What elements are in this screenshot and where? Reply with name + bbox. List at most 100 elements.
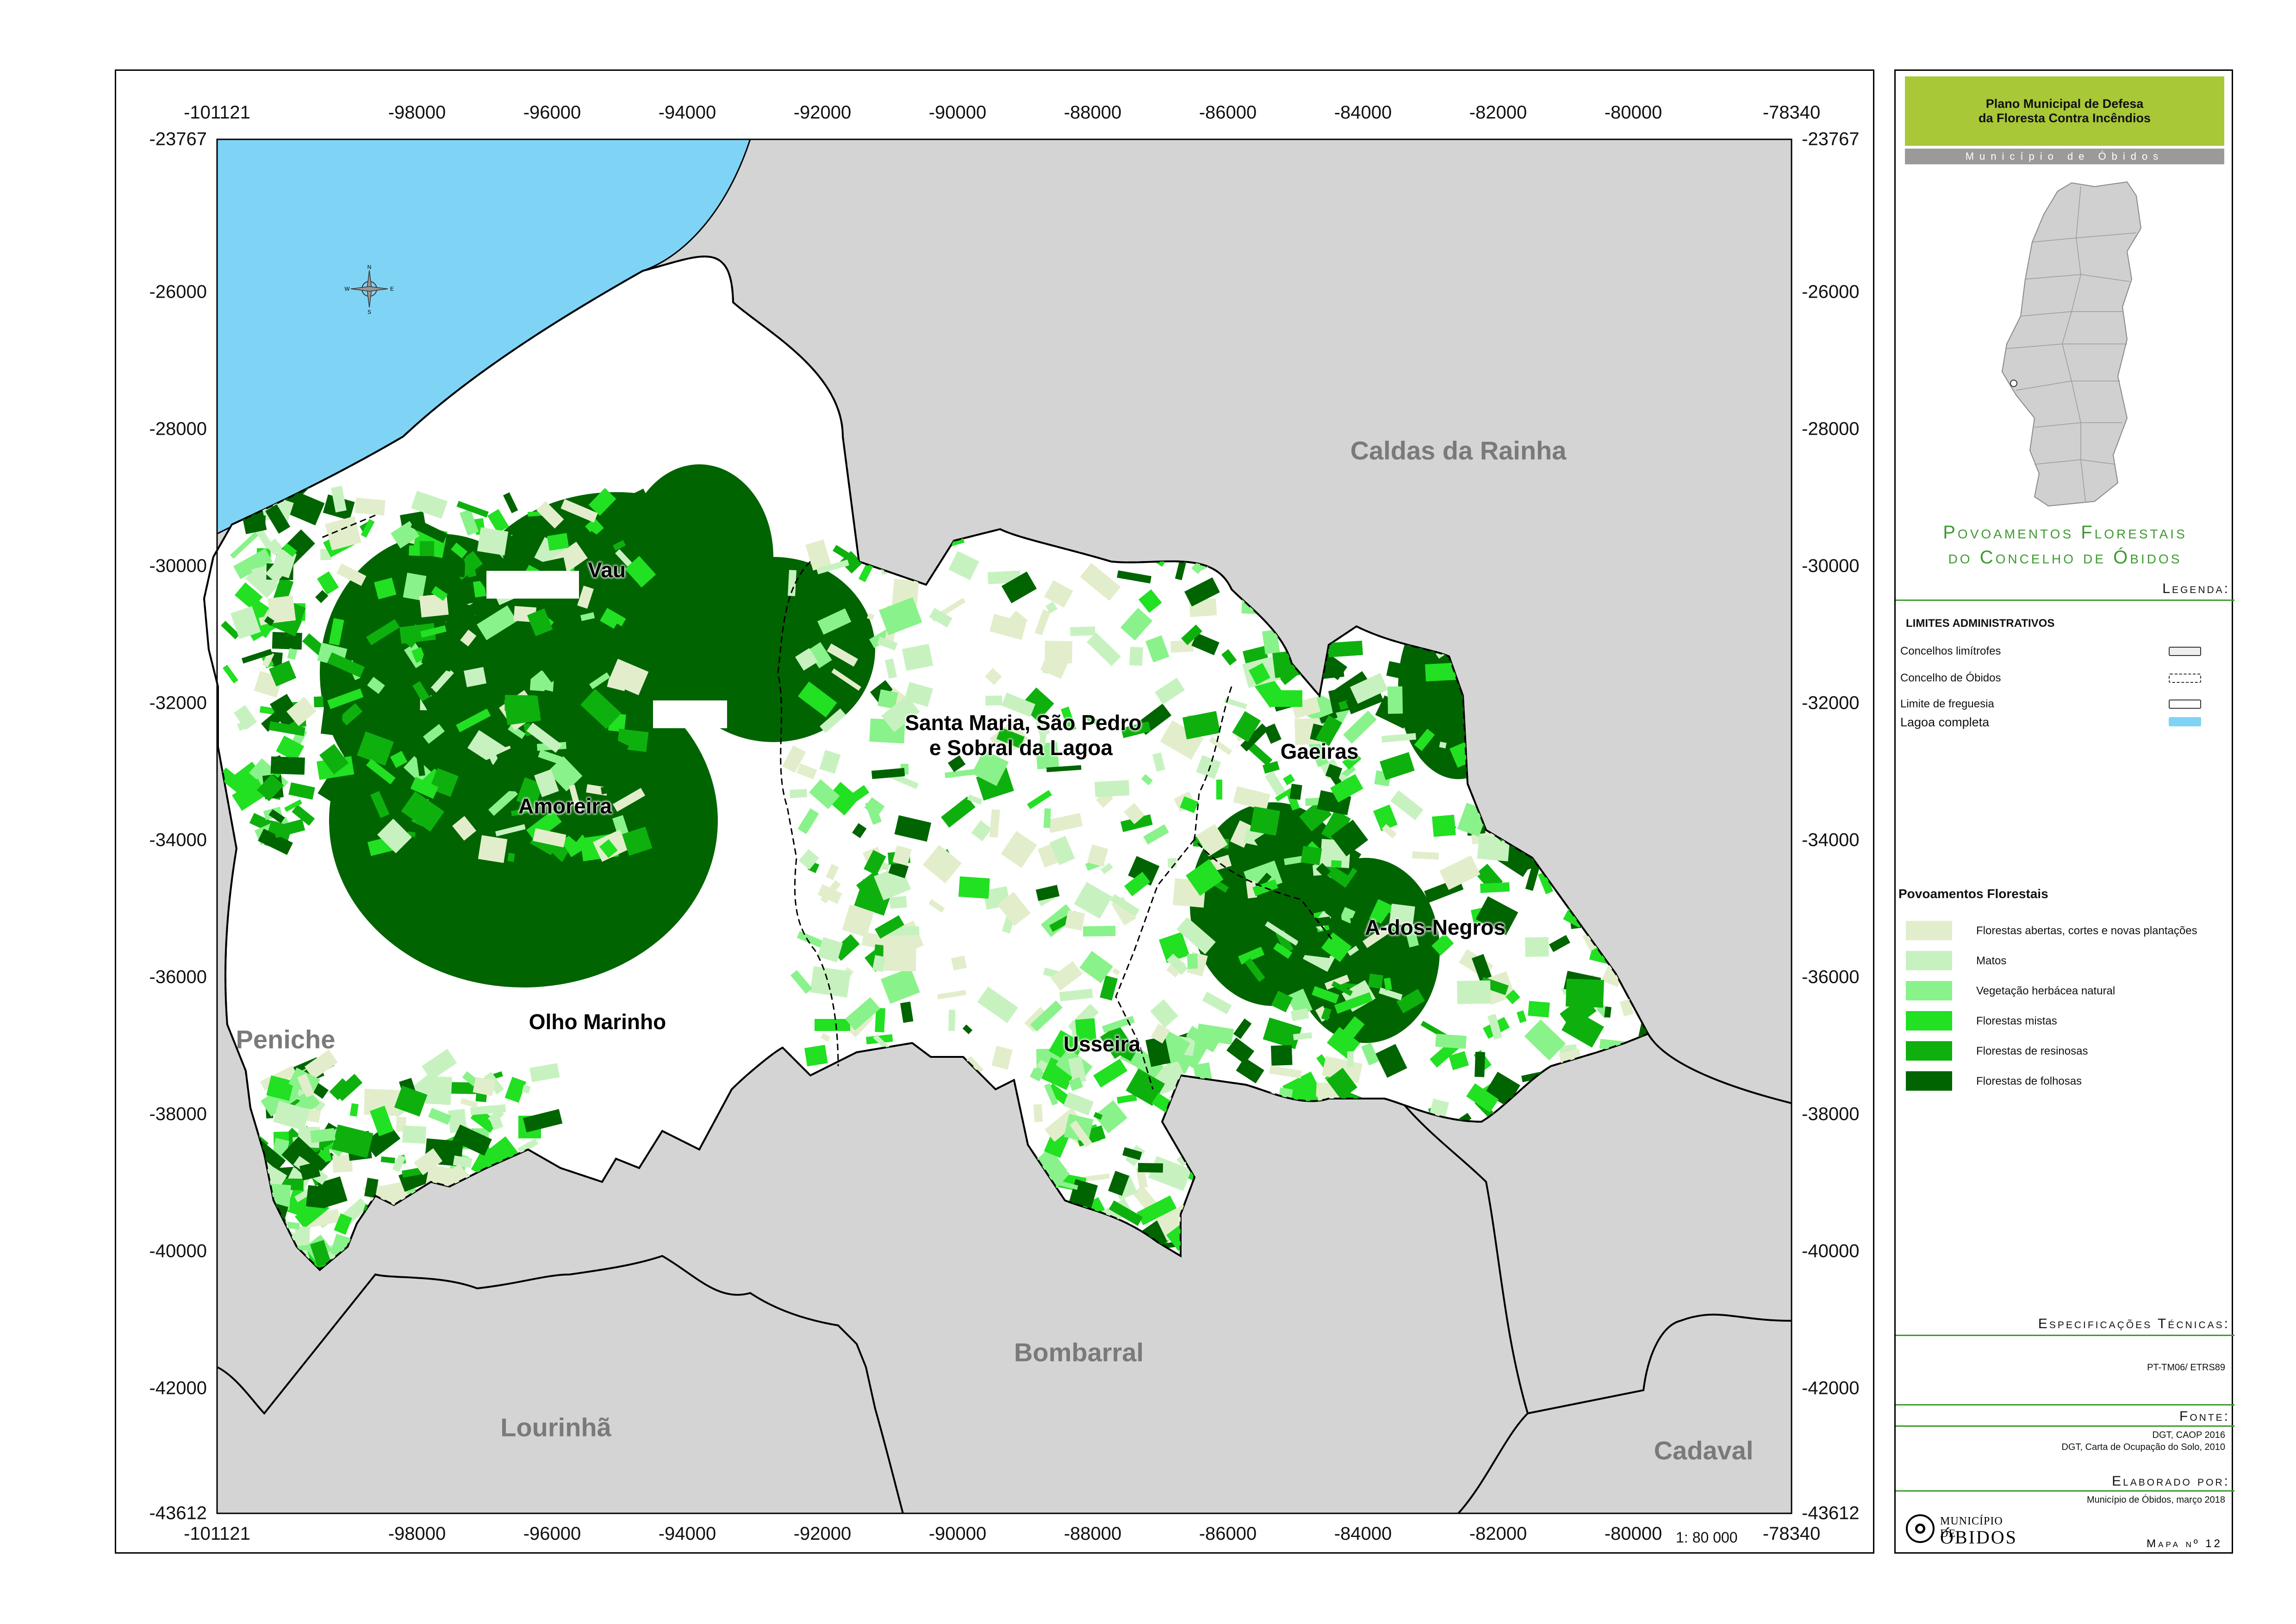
forest-heading: Povoamentos Florestais	[1898, 887, 2048, 901]
y-tick-right: -42000	[1802, 1378, 1860, 1399]
x-tick-top: -84000	[1334, 102, 1392, 123]
y-tick-left: -28000	[149, 418, 207, 439]
author-value: Município de Óbidos, março 2018	[2086, 1495, 2225, 1505]
portugal-locator-map	[2001, 181, 2142, 507]
vegetation-patch	[1604, 1006, 1612, 1018]
forest-swatch	[1906, 951, 1952, 970]
vegetation-patch	[948, 1010, 955, 1031]
admin-item-neighbours: Concelhos limítrofes	[1900, 645, 2001, 657]
compass-w: W	[344, 286, 350, 292]
logo-text-bottom: ÓBIDOS	[1940, 1527, 2017, 1548]
vegetation-patch	[420, 541, 434, 556]
spec-heading: Especificações Técnicas:	[2038, 1316, 2230, 1331]
vegetation-patch	[1300, 845, 1322, 865]
vegetation-patch	[478, 835, 508, 863]
label-gaeiras: Gaeiras	[1280, 739, 1359, 763]
y-tick-left: -30000	[149, 556, 207, 576]
vegetation-patch	[1070, 626, 1095, 636]
label-caldas-da-rainha: Caldas da Rainha	[1350, 436, 1567, 465]
vegetation-patch	[1216, 780, 1222, 800]
north-arrow-icon: N S E W	[344, 264, 394, 314]
x-tick-top: -92000	[793, 102, 852, 123]
label-bombarral: Bombarral	[1014, 1337, 1144, 1367]
forest-label: Vegetação herbácea natural	[1976, 985, 2116, 997]
y-tick-left: -34000	[149, 830, 207, 850]
vegetation-patch	[1045, 641, 1072, 664]
x-tick-bottom: -101121	[184, 1524, 250, 1544]
y-tick-left: -42000	[149, 1378, 207, 1399]
vegetation-patch	[1270, 690, 1302, 707]
y-tick-left: -26000	[149, 281, 207, 302]
source-line1: DGT, CAOP 2016	[2152, 1430, 2225, 1440]
vegetation-patch	[985, 695, 1002, 706]
y-tick-right: -28000	[1802, 418, 1860, 439]
x-tick-top: -101121	[184, 102, 250, 123]
x-tick-top: -96000	[523, 102, 581, 123]
y-tick-right: -43612	[1802, 1503, 1860, 1524]
y-tick-left: -36000	[149, 967, 207, 987]
clearing	[486, 571, 579, 599]
y-tick-left: -32000	[149, 693, 207, 713]
vegetation-patch	[502, 777, 517, 792]
x-tick-bottom: -96000	[523, 1524, 581, 1544]
admin-item-parish: Limite de freguesia	[1900, 698, 1994, 710]
x-tick-bottom: -82000	[1469, 1524, 1527, 1544]
forest-swatch	[1906, 981, 1952, 1000]
map-title: Povoamentos Florestais do Concelho de Ób…	[1896, 520, 2234, 570]
x-tick-top: -86000	[1199, 102, 1257, 123]
vegetation-patch	[1043, 808, 1051, 828]
source-line2: DGT, Carta de Ocupação do Solo, 2010	[2061, 1442, 2225, 1452]
x-tick-top: -88000	[1064, 102, 1122, 123]
vegetation-patch	[1250, 806, 1281, 836]
admin-symbol-lagoon	[2169, 717, 2201, 726]
vegetation-patch	[1412, 851, 1439, 860]
side-panel: Plano Municipal de Defesa da Floresta Co…	[1894, 69, 2234, 1554]
municipio-bar: Município de Óbidos	[1905, 149, 2224, 164]
vegetation-patch	[1332, 907, 1342, 924]
x-tick-bottom: -98000	[388, 1524, 446, 1544]
compass-n: N	[367, 264, 372, 270]
vegetation-patch	[306, 1185, 328, 1209]
label-olho-marinho: Olho Marinho	[529, 1009, 666, 1034]
logo-emblem-icon	[1906, 1514, 1935, 1543]
x-tick-top: -90000	[928, 102, 987, 123]
x-tick-bottom: -94000	[658, 1524, 716, 1544]
y-tick-left: -40000	[149, 1241, 207, 1262]
y-tick-right: -32000	[1802, 693, 1860, 713]
legend-rule	[1896, 600, 2234, 601]
vegetation-patch	[272, 632, 302, 650]
label-amoreira: Amoreira	[518, 793, 612, 818]
vegetation-patch	[320, 707, 343, 736]
x-tick-bottom: -88000	[1064, 1524, 1122, 1544]
map-title-line1: Povoamentos Florestais	[1943, 522, 2187, 543]
y-tick-right: -23767	[1802, 129, 1860, 150]
forest-label: Matos	[1976, 955, 2007, 967]
forest-mass	[625, 464, 773, 650]
municipio-logo: MUNICÍPIO DE ÓBIDOS	[1903, 1511, 2016, 1548]
vegetation-patch	[270, 756, 305, 775]
y-tick-right: -40000	[1802, 1241, 1860, 1262]
map-number: Mapa nº 12	[2147, 1537, 2222, 1550]
forest-swatch	[1906, 921, 1952, 940]
title-block: Plano Municipal de Defesa da Floresta Co…	[1905, 76, 2224, 146]
vegetation-patch	[889, 896, 907, 909]
vegetation-patch	[1095, 780, 1130, 797]
plan-title-line1: Plano Municipal de Defesa	[1985, 96, 2144, 111]
y-tick-left: -38000	[149, 1104, 207, 1124]
source-rule-top	[1896, 1404, 2234, 1405]
x-tick-bottom: -84000	[1334, 1524, 1392, 1544]
source-rule	[1896, 1425, 2234, 1427]
y-tick-right: -34000	[1802, 830, 1860, 850]
vegetation-patch	[1431, 814, 1456, 837]
vegetation-patch	[815, 1019, 850, 1031]
x-tick-bottom: -80000	[1604, 1524, 1662, 1544]
label-cadaval: Cadaval	[1654, 1436, 1754, 1465]
vegetation-patch	[314, 696, 324, 707]
x-tick-top: -98000	[388, 102, 446, 123]
y-tick-right: -30000	[1802, 556, 1860, 576]
author-rule	[1896, 1490, 2234, 1492]
vegetation-patch	[547, 533, 569, 551]
vegetation-patch	[1368, 974, 1383, 989]
plan-title-line2: da Floresta Contra Incêndios	[1978, 111, 2151, 125]
vegetation-patch	[1083, 925, 1116, 937]
